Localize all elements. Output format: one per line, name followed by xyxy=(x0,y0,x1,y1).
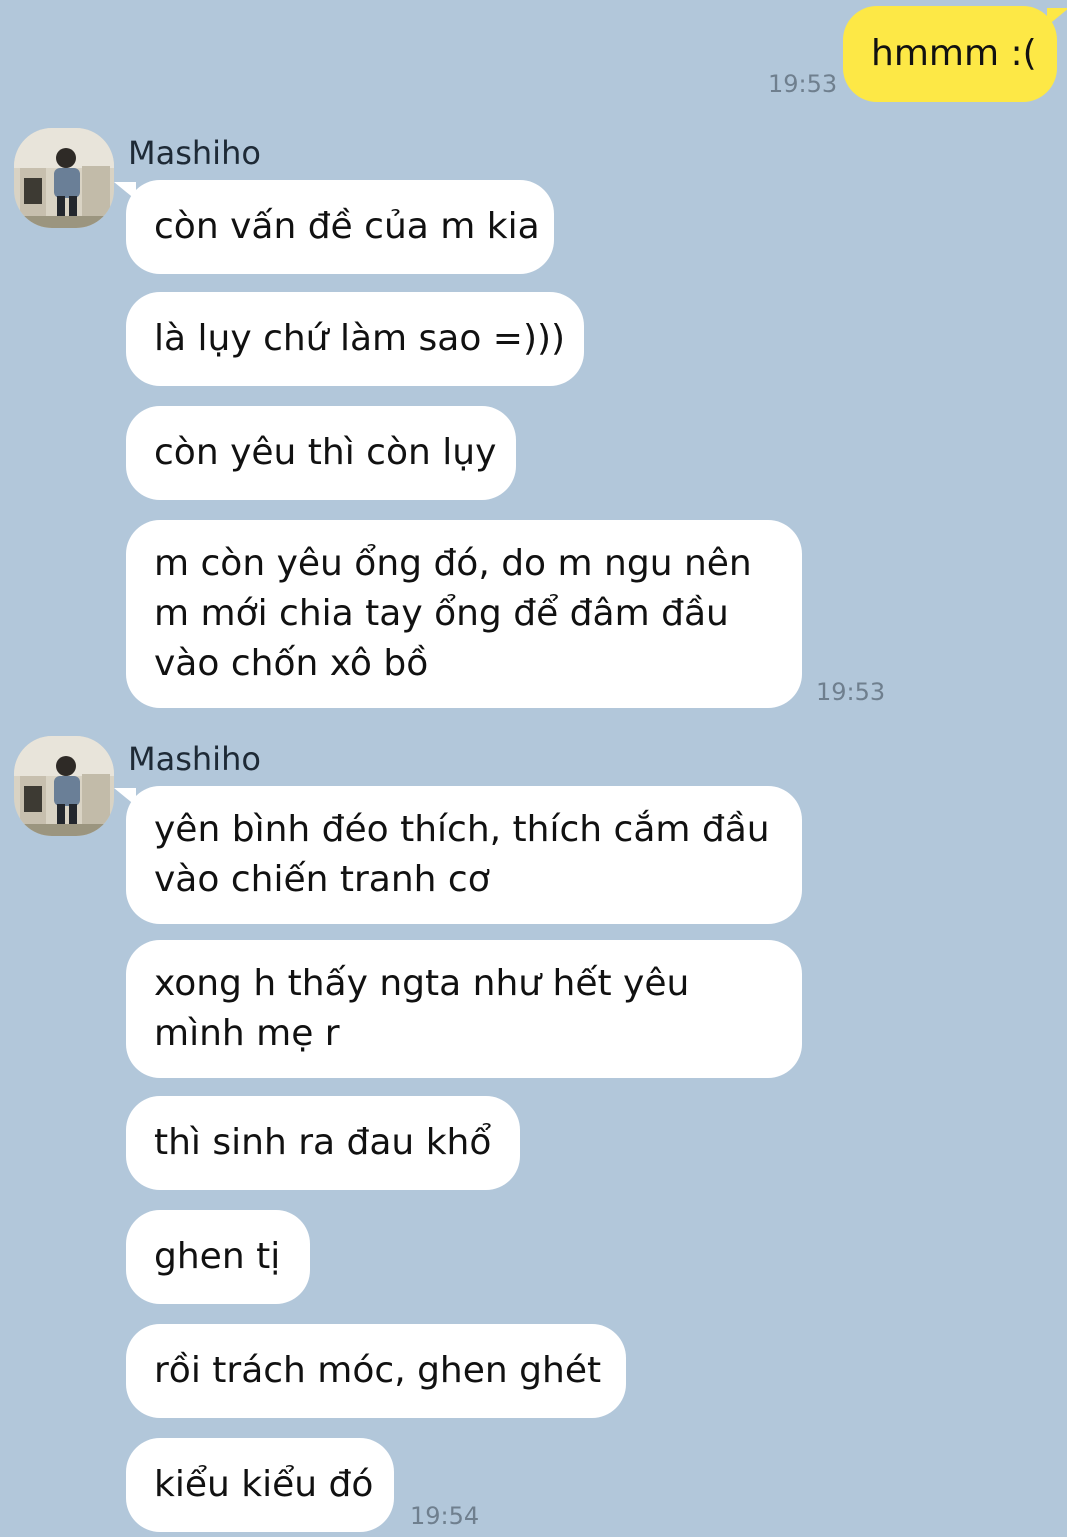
avatar-photo-icon xyxy=(14,736,114,836)
outgoing-message-bubble[interactable]: hmmm :( xyxy=(843,6,1067,102)
message-bubble[interactable]: thì sinh ra đau khổ xyxy=(126,1096,520,1190)
sender-name: Mashiho xyxy=(128,740,261,778)
sender-name: Mashiho xyxy=(128,134,261,172)
message-bubble[interactable]: rồi trách móc, ghen ghét xyxy=(126,1324,626,1418)
message-text: m còn yêu ổng đó, do m ngu nên m mới chi… xyxy=(154,543,752,684)
message-bubble[interactable]: còn yêu thì còn lụy xyxy=(126,406,516,500)
message-text: ghen tị xyxy=(154,1236,281,1277)
avatar-photo-icon xyxy=(14,128,114,228)
bubble-tail xyxy=(114,182,136,200)
message-bubble[interactable]: kiểu kiểu đó xyxy=(126,1438,394,1532)
message-bubble[interactable]: yên bình đéo thích, thích cắm đầu vào ch… xyxy=(114,786,802,924)
message-bubble[interactable]: còn vấn đề của m kia xyxy=(114,180,554,274)
sender-avatar[interactable] xyxy=(14,128,114,228)
message-text: thì sinh ra đau khổ xyxy=(154,1122,492,1163)
message-bubble[interactable]: là lụy chứ làm sao =))) xyxy=(126,292,584,386)
message-timestamp: 19:54 xyxy=(410,1502,480,1530)
sender-avatar[interactable] xyxy=(14,736,114,836)
bubble-tail xyxy=(114,788,136,806)
message-text: rồi trách móc, ghen ghét xyxy=(154,1350,602,1391)
message-text: là lụy chứ làm sao =))) xyxy=(154,318,566,359)
message-bubble[interactable]: ghen tị xyxy=(126,1210,310,1304)
message-text: kiểu kiểu đó xyxy=(154,1464,374,1505)
message-text: còn yêu thì còn lụy xyxy=(154,432,497,473)
message-text: yên bình đéo thích, thích cắm đầu vào ch… xyxy=(154,809,770,900)
message-text: còn vấn đề của m kia xyxy=(154,206,540,247)
outgoing-timestamp: 19:53 xyxy=(768,70,838,98)
bubble-tail xyxy=(1047,8,1067,26)
message-bubble[interactable]: m còn yêu ổng đó, do m ngu nên m mới chi… xyxy=(126,520,802,708)
message-text: xong h thấy ngta như hết yêu mình mẹ r xyxy=(154,963,690,1054)
message-timestamp: 19:53 xyxy=(816,678,886,706)
message-bubble[interactable]: xong h thấy ngta như hết yêu mình mẹ r xyxy=(126,940,802,1078)
message-text: hmmm :( xyxy=(871,33,1037,74)
